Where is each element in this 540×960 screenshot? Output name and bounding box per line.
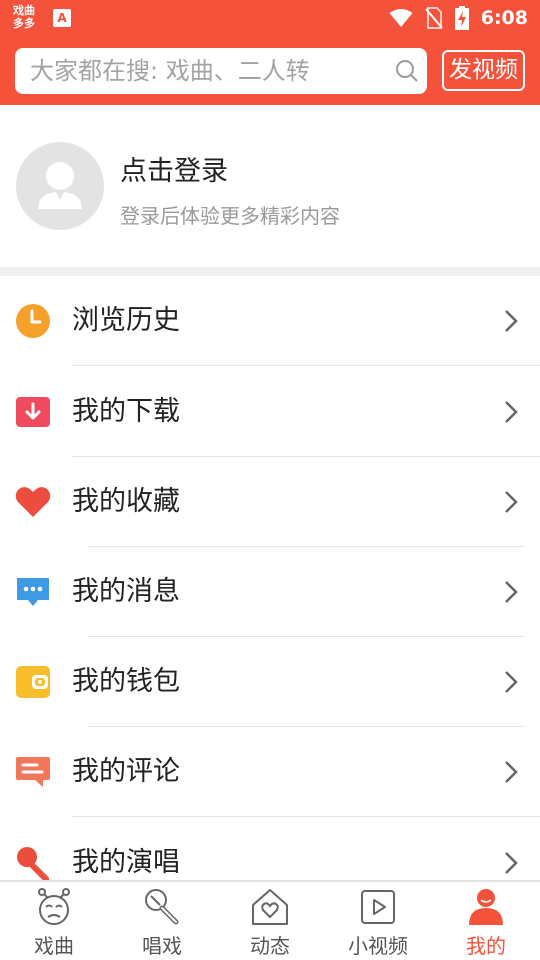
play-icon bbox=[361, 890, 395, 924]
battery-charging-icon bbox=[454, 6, 469, 30]
notification-icon: A bbox=[53, 9, 71, 27]
wifi-icon bbox=[389, 9, 413, 27]
menu-list: 浏览历史 我的下载 我的收藏 我的消息 我的钱包 我的评论 我的演唱 bbox=[0, 276, 540, 880]
menu-item-label: 我的下载 bbox=[72, 396, 180, 427]
chevron-right-icon bbox=[505, 401, 518, 423]
system-icons: 6:08 bbox=[389, 0, 528, 36]
menu-item-singing[interactable]: 我的演唱 bbox=[0, 818, 540, 880]
nav-label: 小视频 bbox=[348, 934, 408, 958]
search-input[interactable]: 大家都在搜: 戏曲、二人转 bbox=[15, 48, 427, 94]
menu-item-comments[interactable]: 我的评论 bbox=[0, 727, 540, 817]
app-logo: 戏曲多多 bbox=[13, 4, 35, 30]
house-heart-icon bbox=[252, 889, 288, 925]
wallet-icon bbox=[16, 666, 50, 698]
microphone-icon bbox=[17, 847, 49, 880]
microphone-icon bbox=[145, 889, 179, 925]
clock: 6:08 bbox=[480, 7, 528, 29]
login-title[interactable]: 点击登录 bbox=[120, 149, 228, 188]
nav-item-sing[interactable]: 唱戏 bbox=[108, 882, 216, 960]
opera-mask-icon bbox=[38, 888, 70, 925]
default-avatar-icon bbox=[38, 162, 82, 209]
chevron-right-icon bbox=[505, 581, 518, 603]
menu-item-label: 我的消息 bbox=[72, 576, 180, 607]
menu-item-label: 我的钱包 bbox=[72, 666, 180, 697]
menu-item-label: 我的收藏 bbox=[72, 486, 180, 517]
user-icon bbox=[469, 889, 503, 925]
clock-icon bbox=[16, 304, 50, 338]
nav-label: 唱戏 bbox=[142, 934, 182, 958]
search-placeholder: 大家都在搜: 戏曲、二人转 bbox=[30, 57, 310, 85]
no-sim-icon bbox=[424, 7, 443, 29]
chevron-right-icon bbox=[505, 761, 518, 783]
status-bar: 戏曲多多 A 6:08 bbox=[0, 0, 540, 36]
nav-label: 动态 bbox=[250, 934, 290, 958]
nav-item-me[interactable]: 我的 bbox=[432, 882, 540, 960]
nav-item-feed[interactable]: 动态 bbox=[216, 882, 324, 960]
bottom-nav: 戏曲 唱戏 动态 小视频 我的 bbox=[0, 880, 540, 960]
avatar[interactable] bbox=[16, 142, 104, 230]
heart-icon bbox=[15, 487, 51, 517]
chevron-right-icon bbox=[505, 310, 518, 332]
menu-item-history[interactable]: 浏览历史 bbox=[0, 276, 540, 366]
download-icon bbox=[16, 397, 50, 427]
divider bbox=[72, 816, 540, 817]
chevron-right-icon bbox=[505, 491, 518, 513]
chevron-right-icon bbox=[505, 671, 518, 693]
nav-item-opera[interactable]: 戏曲 bbox=[0, 882, 108, 960]
menu-item-label: 我的评论 bbox=[72, 756, 180, 787]
menu-item-label: 我的演唱 bbox=[72, 847, 180, 878]
menu-item-downloads[interactable]: 我的下载 bbox=[0, 367, 540, 457]
message-icon bbox=[17, 578, 49, 606]
nav-label: 我的 bbox=[466, 934, 506, 958]
header: 戏曲多多 A 6:08 大家都在搜: 戏曲、二人转 发视频 bbox=[0, 0, 540, 105]
menu-item-label: 浏览历史 bbox=[72, 305, 180, 336]
menu-item-favorites[interactable]: 我的收藏 bbox=[0, 457, 540, 547]
menu-item-messages[interactable]: 我的消息 bbox=[0, 547, 540, 637]
search-icon[interactable] bbox=[395, 59, 419, 83]
publish-video-button[interactable]: 发视频 bbox=[442, 50, 525, 91]
login-subtitle: 登录后体验更多精彩内容 bbox=[120, 204, 340, 228]
nav-item-short-video[interactable]: 小视频 bbox=[324, 882, 432, 960]
menu-item-wallet[interactable]: 我的钱包 bbox=[0, 637, 540, 727]
login-card[interactable]: 点击登录 登录后体验更多精彩内容 bbox=[0, 105, 540, 267]
comment-icon bbox=[16, 757, 50, 787]
section-divider bbox=[0, 267, 540, 276]
divider bbox=[72, 365, 540, 366]
nav-label: 戏曲 bbox=[34, 934, 74, 958]
chevron-right-icon bbox=[505, 852, 518, 874]
